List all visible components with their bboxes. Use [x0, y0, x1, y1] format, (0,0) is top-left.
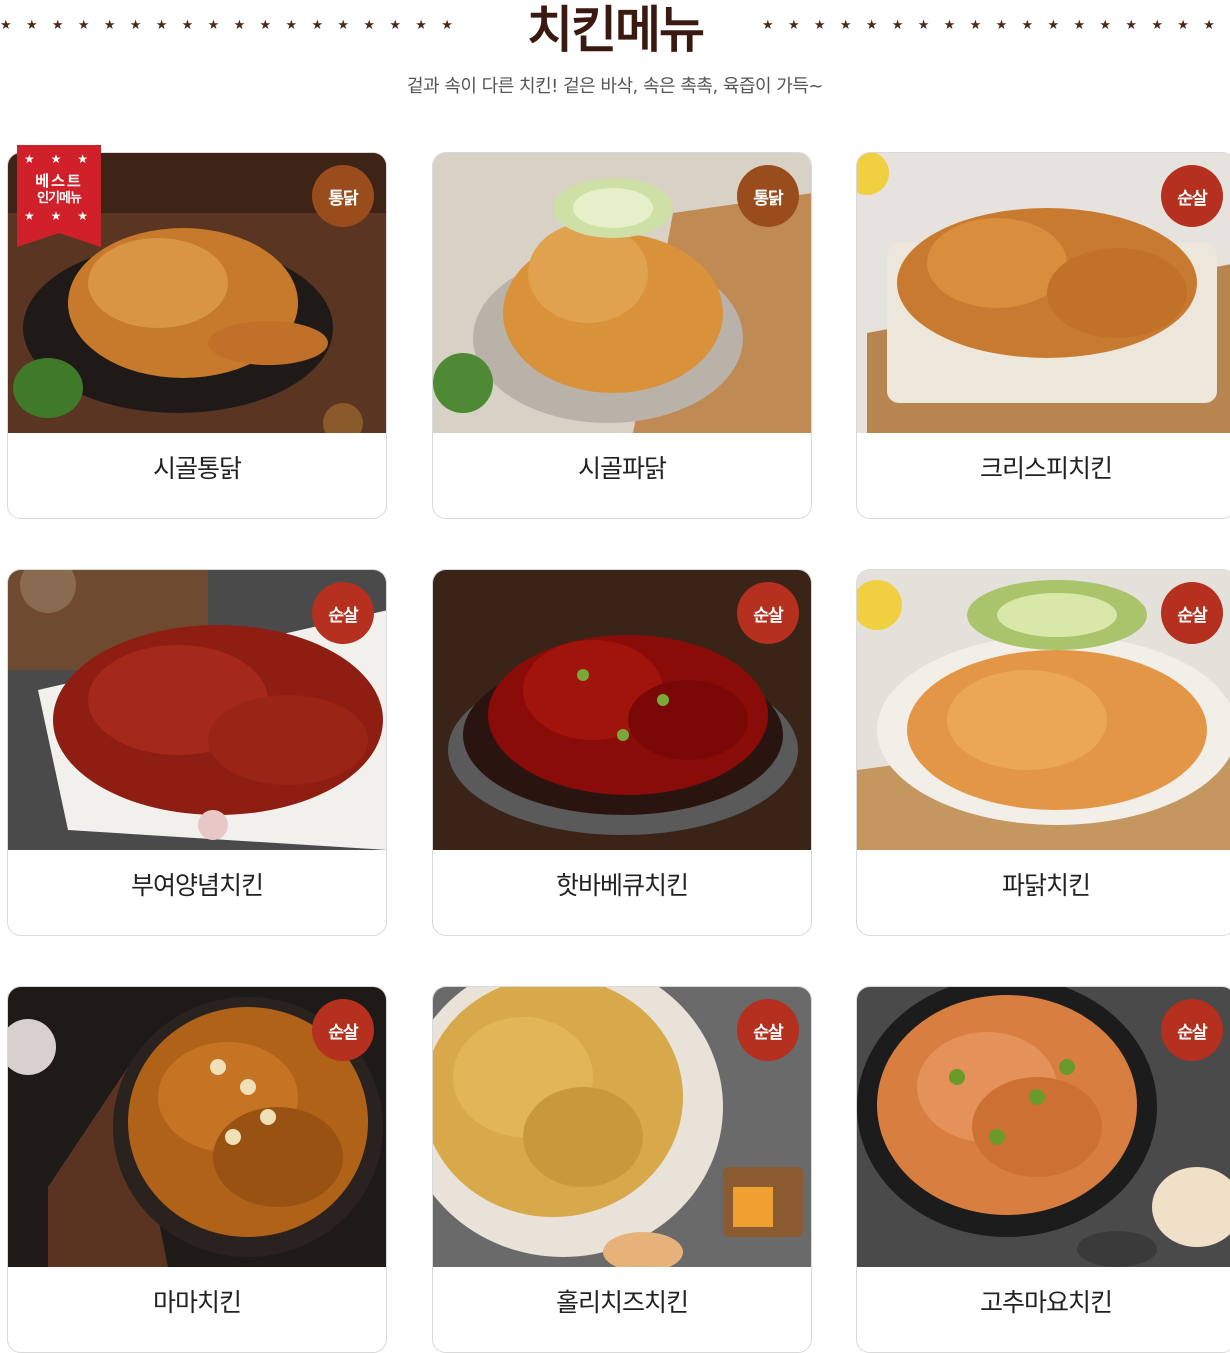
badge-boneless: 순살 [737, 999, 799, 1061]
badge-boneless: 순살 [312, 582, 374, 644]
menu-card-gochu-mayo[interactable]: 순살 고추마요치킨 [856, 986, 1230, 1353]
best-menu-ribbon: ★ ★ ★ 베스트 인기메뉴 ★ ★ ★ [17, 145, 107, 247]
menu-name: 부여양념치킨 [130, 871, 264, 900]
ribbon-stars-top: ★ ★ ★ [24, 152, 94, 166]
badge-boneless: 순살 [737, 582, 799, 644]
menu-name: 고추마요치킨 [979, 1288, 1113, 1317]
menu-card-mama-chicken[interactable]: 순살 마마치킨 [7, 986, 387, 1353]
menu-name: 홀리치즈치킨 [555, 1288, 689, 1317]
menu-card-buyeo-yangnyeom[interactable]: 순살 부여양념치킨 [7, 569, 387, 936]
badge-boneless: 순살 [1161, 165, 1223, 227]
badge-whole-chicken: 통닭 [312, 165, 374, 227]
badge-boneless: 순살 [1161, 582, 1223, 644]
menu-card-holy-cheese[interactable]: 순살 홀리치즈치킨 [432, 986, 812, 1353]
ribbon-stars-bottom: ★ ★ ★ [24, 209, 94, 223]
menu-name: 시골파닭 [577, 454, 667, 483]
menu-card-padak-chicken[interactable]: 순살 파닭치킨 [856, 569, 1230, 936]
menu-name: 크리스피치킨 [979, 454, 1113, 483]
menu-grid: 통닭 시골통닭 통닭 시골파닭 순살 크리스피치킨 순살 부여양념치킨 순살 핫… [0, 0, 1230, 1353]
menu-name: 마마치킨 [152, 1288, 242, 1317]
menu-card-crispy-chicken[interactable]: 순살 크리스피치킨 [856, 152, 1230, 519]
ribbon-line2: 인기메뉴 [37, 191, 82, 206]
badge-boneless: 순살 [1161, 999, 1223, 1061]
chicken-menu-page: ★★★★★★★★★★★★★★★★★★ 치킨메뉴 ★★★★★★★★★★★★★★★★… [0, 0, 1230, 1353]
menu-name: 핫바베큐치킨 [555, 871, 689, 900]
badge-boneless: 순살 [312, 999, 374, 1061]
ribbon-line1: 베스트 [35, 172, 83, 190]
menu-card-hot-barbecue[interactable]: 순살 핫바베큐치킨 [432, 569, 812, 936]
badge-whole-chicken: 통닭 [737, 165, 799, 227]
menu-card-sigol-padak[interactable]: 통닭 시골파닭 [432, 152, 812, 519]
menu-name: 파닭치킨 [1001, 871, 1091, 900]
menu-name: 시골통닭 [152, 454, 242, 483]
